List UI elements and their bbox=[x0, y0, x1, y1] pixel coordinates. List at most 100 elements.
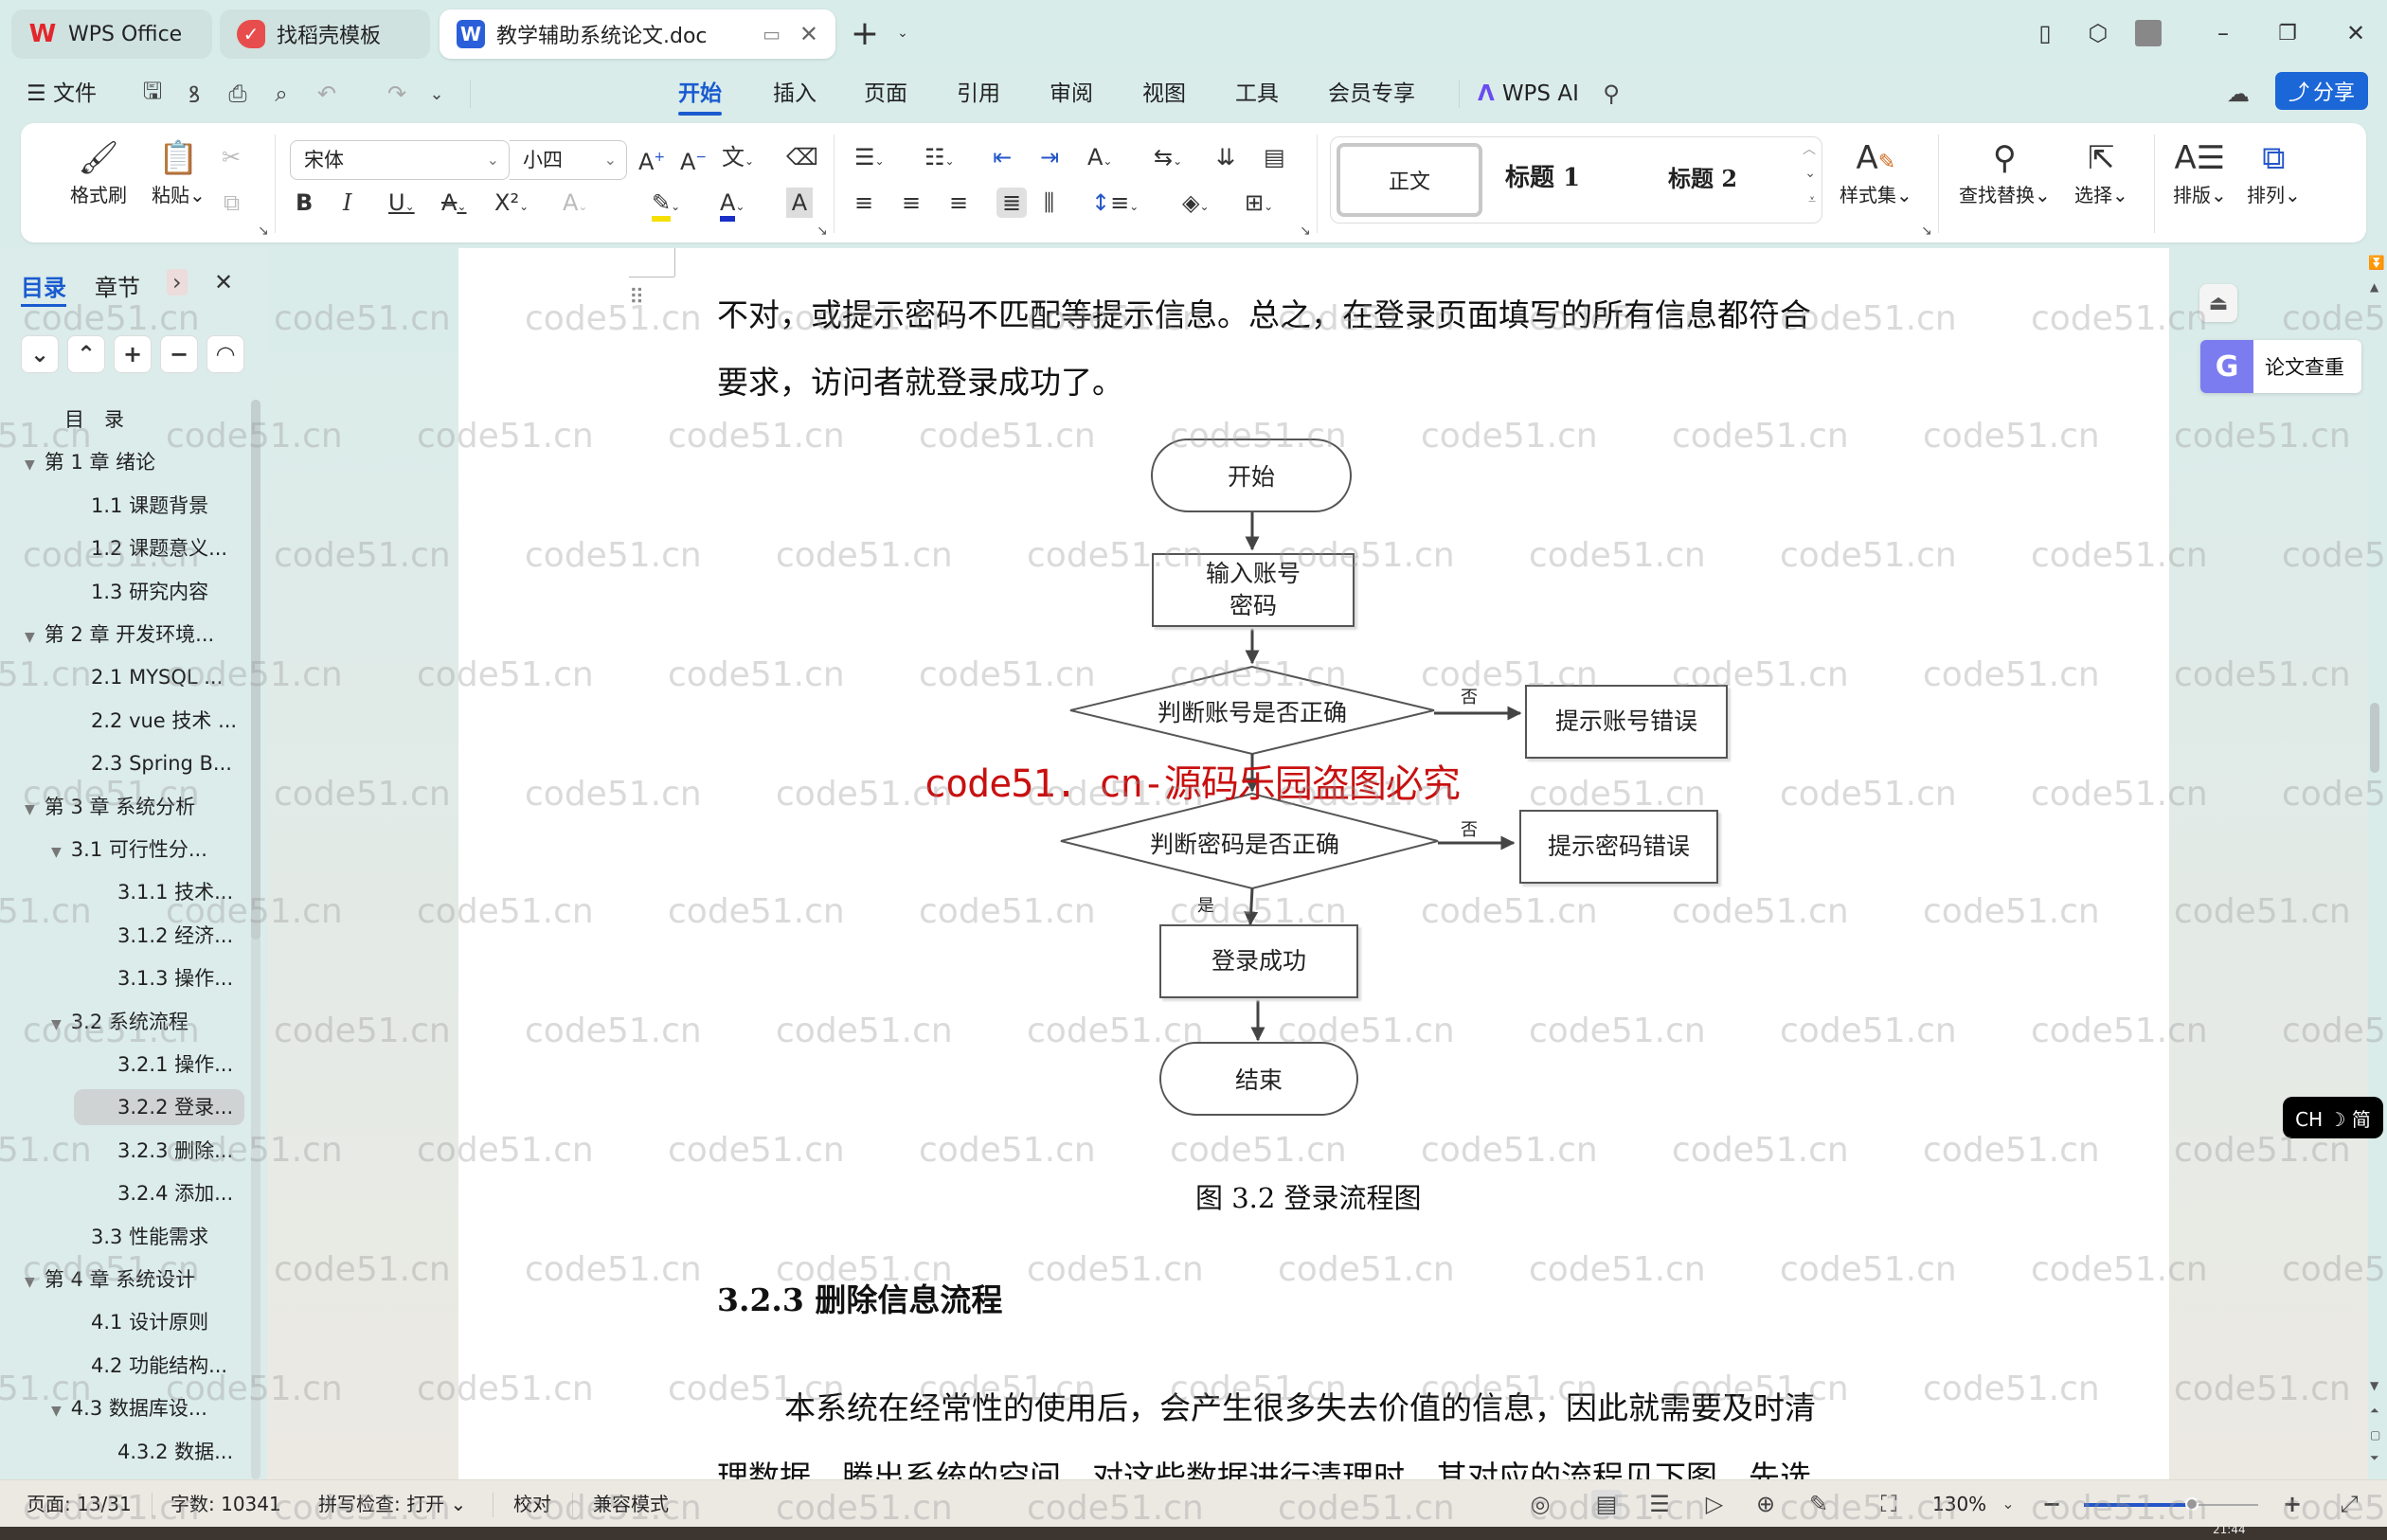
superscript-icon[interactable]: X²⌄ bbox=[494, 188, 529, 218]
new-tab-button[interactable]: + bbox=[849, 14, 881, 53]
nav-tab-chapters[interactable]: 章节 bbox=[95, 269, 140, 302]
toc-collapse-down-icon[interactable]: ⌄ bbox=[21, 335, 59, 373]
toc-item[interactable]: ▼ 3.2 系统流程 bbox=[51, 1004, 188, 1040]
page-view-icon[interactable]: ▤ bbox=[1591, 1490, 1622, 1518]
save-icon[interactable]: 🖫 bbox=[138, 78, 167, 108]
fullscreen-icon[interactable]: ⤢ bbox=[2334, 1490, 2364, 1518]
web-view-icon[interactable]: ⊕ bbox=[1750, 1490, 1781, 1518]
toc-smart-icon[interactable]: ◠ bbox=[206, 335, 244, 373]
scroll-up-icon[interactable]: ▲ bbox=[2370, 280, 2378, 294]
style-set-button[interactable]: A✎ 样式集⌄ bbox=[1840, 136, 1912, 207]
strikethrough-icon[interactable]: A⌄ bbox=[441, 188, 466, 218]
toc-item[interactable]: 3.2.1 操作... bbox=[117, 1047, 233, 1083]
tab-docer-templates[interactable]: ✓ 找稻壳模板 bbox=[220, 9, 430, 59]
sort-icon[interactable]: ⇊ bbox=[1216, 142, 1235, 172]
tab-wps-office[interactable]: W WPS Office bbox=[11, 9, 212, 59]
toc-add-icon[interactable]: + bbox=[114, 335, 152, 373]
gallery-expand-icon[interactable]: ⩡ bbox=[1808, 192, 1816, 207]
menu-references[interactable]: 引用 bbox=[957, 78, 1000, 110]
style-heading-1[interactable]: 标题 1 bbox=[1505, 158, 1580, 193]
expand-triangle-icon[interactable]: ▼ bbox=[25, 792, 35, 828]
character-shading-icon[interactable]: A bbox=[786, 188, 813, 218]
scroll-down-icon[interactable]: ▼ bbox=[2370, 1379, 2378, 1392]
toc-item[interactable]: 3.2.3 删除... bbox=[117, 1133, 233, 1169]
toc-item[interactable]: 4.3.2 数据... bbox=[117, 1434, 233, 1470]
toc-item[interactable]: ▼ 第 3 章 系统分析 bbox=[25, 789, 195, 825]
menu-member[interactable]: 会员专享 bbox=[1328, 78, 1415, 110]
expand-triangle-icon[interactable]: ▼ bbox=[51, 1007, 62, 1043]
line-break-icon[interactable]: ⇆⌄ bbox=[1154, 142, 1182, 172]
menu-page[interactable]: 页面 bbox=[864, 78, 907, 110]
nav-expand-arrow-icon[interactable]: › bbox=[167, 269, 188, 295]
toc-item[interactable]: 3.1.3 操作... bbox=[117, 960, 233, 996]
copy-icon[interactable]: ⧉ bbox=[224, 188, 240, 218]
toc-item[interactable]: ▼ 4.3 数据库设... bbox=[51, 1390, 207, 1426]
next-page-icon[interactable]: ⏷ bbox=[2370, 1451, 2379, 1465]
expand-triangle-icon[interactable]: ▼ bbox=[25, 1264, 35, 1300]
zoom-in-button[interactable]: + bbox=[2277, 1490, 2307, 1518]
zoom-level[interactable]: 130% bbox=[1932, 1490, 1986, 1518]
toc-item[interactable]: 目 录 bbox=[64, 402, 124, 438]
redo-icon[interactable]: ↷ bbox=[383, 80, 411, 108]
toc-item[interactable]: 1.2 课题意义... bbox=[91, 530, 227, 566]
align-left-icon[interactable]: ≡ bbox=[854, 188, 873, 218]
nav-tab-toc[interactable]: 目录 bbox=[21, 269, 66, 307]
font-name-select[interactable]: 宋体 ⌄ bbox=[290, 140, 510, 180]
toc-item[interactable]: 2.1 MYSQL ... bbox=[91, 659, 223, 695]
highlight-color-icon[interactable]: ✎⌄ bbox=[652, 188, 680, 222]
bold-icon[interactable]: B bbox=[296, 188, 313, 218]
phonetic-guide-icon[interactable]: 文⌄ bbox=[722, 142, 754, 172]
underline-icon[interactable]: U⌄ bbox=[388, 188, 415, 218]
layout-button[interactable]: A☰ 排版⌄ bbox=[2173, 136, 2227, 207]
text-effects-icon[interactable]: A⌄ bbox=[563, 188, 587, 218]
proofread-button[interactable]: 校对 bbox=[513, 1490, 551, 1518]
scroll-top-icon[interactable]: ⏬ bbox=[2368, 256, 2384, 271]
select-button[interactable]: ⇱ 选择⌄ bbox=[2074, 136, 2128, 207]
zoom-out-button[interactable]: − bbox=[2037, 1490, 2067, 1518]
font-color-icon[interactable]: A⌄ bbox=[720, 188, 745, 222]
shrink-font-icon[interactable]: A− bbox=[680, 142, 707, 175]
close-window-button[interactable]: ✕ bbox=[2340, 17, 2372, 49]
paragraph-shading-icon[interactable]: ◈⌄ bbox=[1182, 188, 1210, 218]
line-spacing-icon[interactable]: ↕≡⌄ bbox=[1091, 188, 1139, 218]
toc-item[interactable]: 3.2.4 添加... bbox=[117, 1175, 233, 1211]
menu-tools[interactable]: 工具 bbox=[1235, 78, 1279, 110]
text-direction-icon[interactable]: A⌄ bbox=[1087, 142, 1112, 172]
toc-item[interactable]: 3.3 性能需求 bbox=[91, 1219, 208, 1255]
justify-icon[interactable]: ≣ bbox=[996, 188, 1027, 218]
italic-icon[interactable]: I bbox=[343, 188, 351, 218]
drag-handle-icon[interactable]: ⠿ bbox=[629, 288, 644, 309]
toc-item[interactable]: ▼ 第 4 章 系统设计 bbox=[25, 1262, 195, 1298]
play-icon[interactable]: ▷ bbox=[1699, 1490, 1730, 1518]
toc-item[interactable]: ▼ 第 1 章 绪论 bbox=[25, 444, 155, 480]
font-dialog-launcher[interactable]: ↘ bbox=[817, 224, 828, 239]
user-avatar[interactable] bbox=[2135, 20, 2162, 46]
expand-triangle-icon[interactable]: ▼ bbox=[25, 447, 35, 483]
word-count[interactable]: 字数: 10341 bbox=[170, 1490, 281, 1518]
wps-ai-button[interactable]: Λ WPS AI bbox=[1478, 78, 1579, 110]
maximize-button[interactable]: ❐ bbox=[2271, 17, 2304, 49]
eye-protection-icon[interactable]: ◎ bbox=[1525, 1490, 1555, 1518]
search-icon[interactable]: ⚲ bbox=[1597, 80, 1625, 108]
fit-page-icon[interactable]: ⛶ bbox=[1874, 1490, 1904, 1518]
monitor-icon[interactable]: ▭ bbox=[763, 23, 781, 45]
numbered-list-icon[interactable]: ☷⌄ bbox=[924, 142, 955, 172]
toc-item[interactable]: 1.3 研究内容 bbox=[91, 574, 208, 610]
expand-triangle-icon[interactable]: ▼ bbox=[25, 619, 35, 655]
share-button[interactable]: ⤴ 分享 bbox=[2275, 72, 2368, 110]
toc-item[interactable]: 3.2.2 登录... bbox=[74, 1089, 244, 1126]
previous-page-icon[interactable]: ⏶ bbox=[2370, 1404, 2379, 1418]
decrease-indent-icon[interactable]: ⇤ bbox=[993, 142, 1012, 172]
toc-remove-icon[interactable]: − bbox=[160, 335, 198, 373]
comment-bubble-icon[interactable]: ☁ bbox=[2224, 80, 2252, 108]
window-layout-icon[interactable]: ▯ bbox=[2029, 17, 2061, 49]
zoom-slider-handle[interactable] bbox=[2185, 1497, 2199, 1511]
style-heading-2[interactable]: 标题 2 bbox=[1668, 160, 1737, 193]
zoom-dropdown-icon[interactable]: ⌄ bbox=[1993, 1490, 2023, 1518]
nav-close-icon[interactable]: ✕ bbox=[214, 269, 233, 295]
menu-review[interactable]: 审阅 bbox=[1050, 78, 1093, 110]
tab-list-chevron-icon[interactable]: ⌄ bbox=[887, 17, 919, 49]
cut-icon[interactable]: ✂ bbox=[222, 142, 241, 172]
format-painter-button[interactable]: 🖌 格式刷 bbox=[70, 136, 127, 207]
bullet-list-icon[interactable]: ☰⌄ bbox=[854, 142, 885, 172]
